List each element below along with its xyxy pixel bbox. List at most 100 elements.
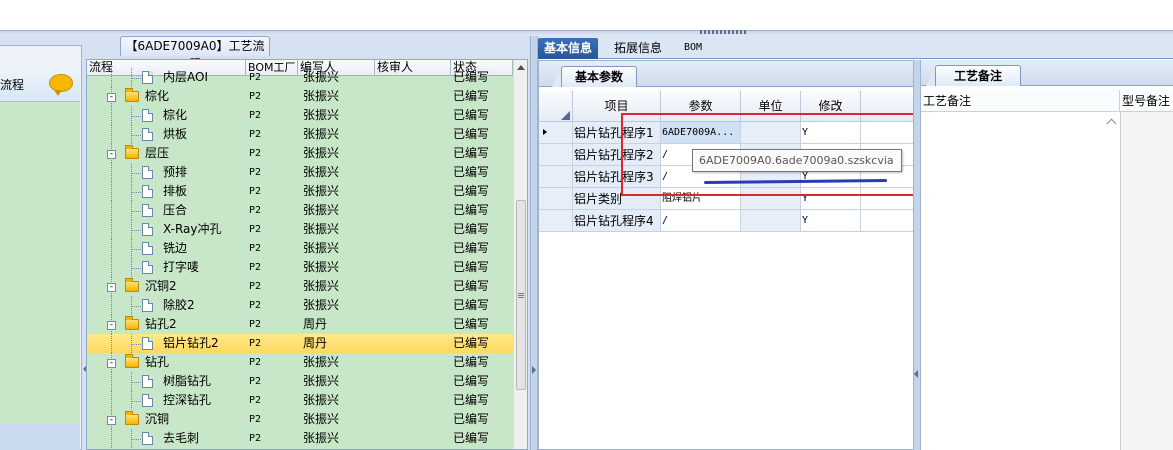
tree-cell-status: 已编写 (453, 412, 490, 426)
collapse-toggle-icon[interactable]: - (107, 321, 116, 330)
tree-row[interactable]: 内层AOI P2 张振兴 已编写 (87, 68, 513, 87)
grid-corner[interactable] (539, 91, 573, 122)
tab-basic-params[interactable]: 基本参数 (561, 66, 637, 87)
tree-row[interactable]: 树脂钻孔 P2 张振兴 已编写 (87, 372, 513, 391)
params-cell-item[interactable]: 铝片类别 (573, 188, 661, 210)
collapse-toggle-icon[interactable]: - (107, 93, 116, 102)
tree-row[interactable]: - 沉铜 P2 张振兴 已编写 (87, 410, 513, 429)
tree-row[interactable]: 打字唛 P2 张振兴 已编写 (87, 258, 513, 277)
row-indicator[interactable] (539, 144, 573, 166)
params-cell-unit[interactable] (741, 188, 801, 210)
params-cell-modify[interactable]: Y (801, 210, 861, 232)
tree-row[interactable]: - 钻孔2 P2 周丹 已编写 (87, 315, 513, 334)
column-header-modify[interactable]: 修改 (801, 91, 861, 122)
params-row[interactable]: 铝片钻孔程序1 6ADE7009A... Y (539, 122, 915, 144)
params-cell-unit[interactable] (741, 122, 801, 144)
row-indicator[interactable] (539, 210, 573, 232)
column-header-filler (861, 91, 915, 122)
tab-bom[interactable]: BOM (678, 38, 708, 59)
row-indicator[interactable] (539, 166, 573, 188)
tree-row[interactable]: 预排 P2 张振兴 已编写 (87, 163, 513, 182)
tree-guide-line (131, 78, 141, 79)
tree-row[interactable]: 棕化 P2 张振兴 已编写 (87, 106, 513, 125)
params-cell-param[interactable]: 6ADE7009A... (661, 122, 741, 144)
tree-cell-writer: 张振兴 (303, 108, 340, 122)
params-cell-modify[interactable]: Y (801, 188, 861, 210)
tree-row[interactable]: - 沉铜2 P2 张振兴 已编写 (87, 277, 513, 296)
nav-item-flow[interactable]: 流程 (0, 68, 80, 102)
params-row[interactable]: 铝片钻孔程序4/ Y (539, 210, 915, 232)
tree-cell-process: 层压 (145, 146, 170, 160)
column-header-unit[interactable]: 单位 (741, 91, 801, 122)
tree-cell-writer: 张振兴 (303, 127, 340, 141)
scroll-up-arrow-icon[interactable] (517, 65, 525, 70)
tree-cell-status: 已编写 (453, 355, 490, 369)
scroll-thumb[interactable] (516, 200, 526, 390)
collapse-toggle-icon[interactable]: - (107, 283, 116, 292)
tab-basic-info[interactable]: 基本信息 (538, 38, 599, 59)
splitter-grip-icon[interactable] (700, 30, 748, 34)
tree-row[interactable]: X-Ray冲孔 P2 张振兴 已编写 (87, 220, 513, 239)
params-grid[interactable]: 项目 参数 单位 修改 铝片钻孔程序1 6ADE7009A... Y 铝片钻孔程序2 /… (539, 91, 915, 450)
column-header-param[interactable]: 参数 (661, 91, 741, 122)
select-all-icon[interactable] (561, 111, 570, 120)
tree-scrollbar[interactable] (513, 60, 527, 449)
tree-cell-factory: P2 (249, 91, 262, 102)
subtab-corner-icon (552, 67, 561, 87)
tree-cell-factory: P2 (249, 414, 262, 425)
tree-cell-process: 内层AOI (163, 70, 208, 84)
collapse-toggle-icon[interactable]: - (107, 150, 116, 159)
top-blank-area (0, 0, 1173, 30)
tree-guide-line (131, 173, 141, 174)
tree-row[interactable]: - 钻孔 P2 张振兴 已编写 (87, 353, 513, 372)
params-cell-item[interactable]: 铝片钻孔程序3 (573, 166, 661, 188)
tree-row[interactable]: 控深钻孔 P2 张振兴 已编写 (87, 391, 513, 410)
params-row[interactable]: 铝片类别 阻焊铝片 Y (539, 188, 915, 210)
tree-row[interactable]: - 棕化 P2 张振兴 已编写 (87, 87, 513, 106)
collapse-toggle-icon[interactable]: - (107, 359, 116, 368)
tree-cell-writer: 张振兴 (303, 89, 340, 103)
tree-row[interactable]: 烘板 P2 张振兴 已编写 (87, 125, 513, 144)
column-header-item[interactable]: 项目 (573, 91, 661, 122)
tab-craft-remark[interactable]: 工艺备注 (935, 65, 1021, 86)
tree-row[interactable]: 去毛刺 P2 张振兴 已编写 (87, 429, 513, 448)
tree-cell-process: 去毛刺 (163, 431, 200, 445)
params-cell-item[interactable]: 铝片钻孔程序1 (573, 122, 661, 144)
tree-cell-factory: P2 (249, 167, 262, 178)
params-cell-item[interactable]: 铝片钻孔程序2 (573, 144, 661, 166)
tree-cell-writer: 张振兴 (303, 279, 340, 293)
params-cell-item[interactable]: 铝片钻孔程序4 (573, 210, 661, 232)
scroll-up-arrow-icon[interactable] (1106, 118, 1117, 129)
tree-cell-status: 已编写 (453, 431, 490, 445)
tree-guide-line (111, 125, 112, 144)
tree-cell-writer: 张振兴 (303, 184, 340, 198)
params-cell-modify[interactable]: Y (801, 122, 861, 144)
process-tree-grid[interactable]: 流程 BOM工厂 编写人 核审人 状态 内层AOI P2 张振兴 已编写 - 棕化 P2 张振… (86, 59, 528, 450)
tree-cell-process: 棕化 (145, 89, 170, 103)
main-vertical-splitter[interactable] (530, 36, 538, 450)
tree-row[interactable]: 排板 P2 张振兴 已编写 (87, 182, 513, 201)
tree-row[interactable]: 铣边 P2 张振兴 已编写 (87, 239, 513, 258)
column-header-craft-remark[interactable]: 工艺备注 (921, 90, 1120, 112)
tree-cell-factory: P2 (249, 376, 262, 387)
tree-row-selected[interactable]: 铝片钻孔2 P2 周丹 已编写 (87, 334, 513, 353)
tree-guide-line (131, 230, 141, 231)
tree-row[interactable]: - 层压 P2 张振兴 已编写 (87, 144, 513, 163)
splitter-arrow-icon[interactable] (532, 366, 536, 374)
params-cell-param[interactable]: 阻焊铝片 (661, 188, 741, 210)
row-indicator[interactable] (539, 122, 573, 144)
params-cell-param[interactable]: / (661, 210, 741, 232)
tree-cell-process: 预排 (163, 165, 188, 179)
row-indicator[interactable] (539, 188, 573, 210)
splitter-arrow-icon[interactable] (914, 370, 918, 378)
tree-cell-status: 已编写 (453, 184, 490, 198)
remark-scrollbar[interactable] (1104, 112, 1120, 450)
column-header-model-remark[interactable]: 型号备注 (1120, 90, 1173, 112)
tree-cell-process: 铝片钻孔2 (163, 336, 219, 350)
params-cell-unit[interactable] (741, 210, 801, 232)
tree-cell-process: 棕化 (163, 108, 188, 122)
tree-row[interactable]: 压合 P2 张振兴 已编写 (87, 201, 513, 220)
collapse-toggle-icon[interactable]: - (107, 416, 116, 425)
tree-row[interactable]: 除胶2 P2 张振兴 已编写 (87, 296, 513, 315)
tab-extended-info[interactable]: 拓展信息 (608, 38, 668, 59)
